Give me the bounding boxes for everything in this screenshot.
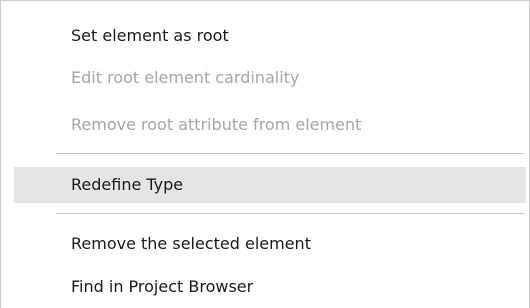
menu-item-set-element-as-root[interactable]: Set element as root (1, 18, 529, 54)
menu-item-edit-root-element-cardinality: Edit root element cardinality (71, 68, 300, 87)
menu-item-find-in-project-browser[interactable]: Find in Project Browser (1, 269, 529, 305)
menu-item-remove-selected-element[interactable]: Remove the selected element (1, 226, 529, 262)
menu-item-redefine-type[interactable]: Redefine Type (14, 167, 526, 203)
menu-separator (56, 153, 524, 154)
menu-separator (56, 213, 524, 214)
context-menu: Set element as root Edit root element ca… (0, 0, 530, 308)
menu-item-remove-root-attribute: Remove root attribute from element (71, 115, 362, 134)
